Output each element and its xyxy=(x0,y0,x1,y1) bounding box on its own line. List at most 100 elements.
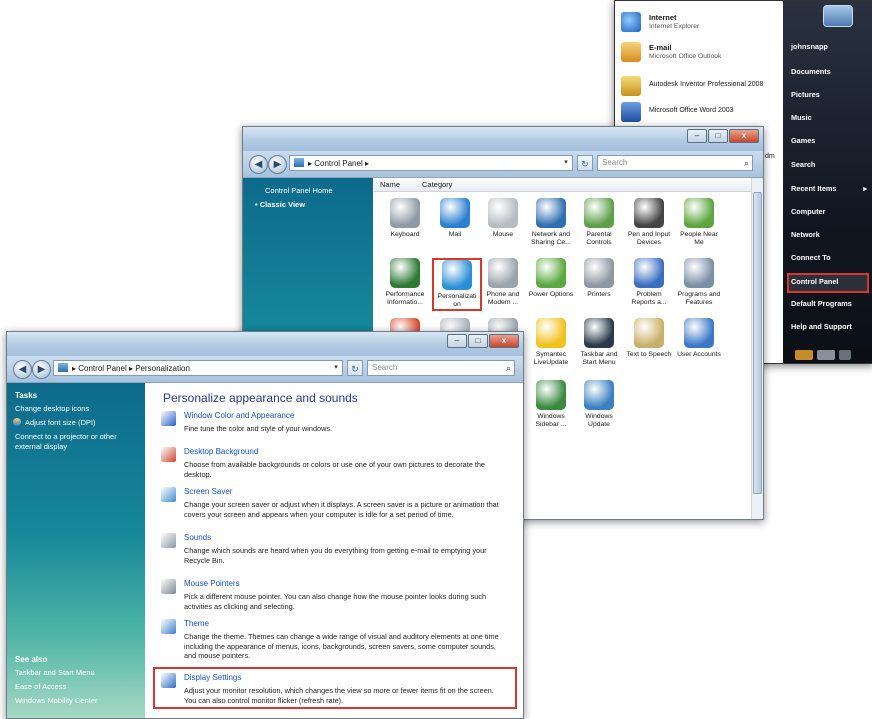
search-input[interactable]: Search ⌕ xyxy=(367,360,515,376)
start-item-internet[interactable]: Internet Internet Explorer xyxy=(621,9,777,35)
people-near-me-icon xyxy=(684,198,714,228)
pen-icon xyxy=(634,198,664,228)
close-button[interactable]: x xyxy=(489,334,519,348)
address-dropdown-icon[interactable]: ▾ xyxy=(561,155,571,171)
start-right-pictures[interactable]: Pictures xyxy=(791,87,869,103)
cp-item-parental-controls[interactable]: Parental Controls xyxy=(576,198,622,247)
start-right-documents[interactable]: Documents xyxy=(791,64,869,80)
cp-item-programs[interactable]: Programs and Features xyxy=(676,258,722,307)
search-placeholder: Search xyxy=(602,158,628,167)
start-right-recent-items[interactable]: Recent Items ▸ xyxy=(791,181,869,197)
minimize-button[interactable]: – xyxy=(687,129,707,143)
cp-item-keyboard[interactable]: Keyboard xyxy=(382,198,428,239)
cp-item-power[interactable]: Power Options xyxy=(528,258,574,299)
cp-item-mail[interactable]: Mail xyxy=(432,198,478,239)
start-menu-right-pane: johnsnapp Documents Pictures Music Games… xyxy=(783,1,872,363)
see-also-ease-of-access[interactable]: Ease of Access xyxy=(7,680,145,694)
personalize-link[interactable]: Desktop Background xyxy=(184,447,258,456)
start-right-help[interactable]: Help and Support xyxy=(791,319,869,335)
power-button-icon[interactable] xyxy=(795,350,813,360)
start-right-connect-to[interactable]: Connect To xyxy=(791,250,869,266)
breadcrumb-personalization[interactable]: Personalization xyxy=(135,364,190,373)
personalize-link[interactable]: Window Color and Appearance xyxy=(184,411,294,420)
column-category[interactable]: Category xyxy=(422,178,452,191)
personalize-link[interactable]: Sounds xyxy=(184,533,211,542)
forward-button[interactable]: ▶ xyxy=(268,155,287,174)
start-right-default-programs[interactable]: Default Programs xyxy=(791,296,869,312)
start-right-computer[interactable]: Computer xyxy=(791,204,869,220)
control-panel-icon xyxy=(58,363,68,372)
start-item-title: Microsoft Office Word 2003 xyxy=(649,107,734,114)
personalize-link[interactable]: Theme xyxy=(184,619,209,628)
address-dropdown-icon[interactable]: ▾ xyxy=(331,360,341,376)
cp-item-performance[interactable]: Performance Informatio... xyxy=(382,258,428,307)
cp-item-sidebar[interactable]: Windows Sidebar ... xyxy=(528,380,574,429)
tasks-header: Tasks xyxy=(15,391,38,400)
forward-button[interactable]: ▶ xyxy=(32,360,51,379)
column-name[interactable]: Name xyxy=(380,178,400,191)
cp-item-personalization[interactable]: Personalizati on xyxy=(432,258,482,311)
task-connect-projector[interactable]: Connect to a projector or other external… xyxy=(7,430,145,454)
cp-item-symantec[interactable]: Symantec LiveUpdate xyxy=(528,318,574,367)
start-item-subtitle: Microsoft Office Outlook xyxy=(649,53,722,60)
address-bar[interactable]: ▸ Control Panel ▸ xyxy=(289,155,573,171)
page-title: Personalize appearance and sounds xyxy=(163,391,358,405)
cp-item-pen[interactable]: Pen and Input Devices xyxy=(626,198,672,247)
column-header: Name Category xyxy=(374,178,751,192)
lock-button-icon[interactable] xyxy=(817,350,835,360)
cp-item-user-accounts[interactable]: User Accounts xyxy=(676,318,722,359)
personalization-icon xyxy=(442,260,472,290)
cp-item-phone[interactable]: Phone and Modem ... xyxy=(480,258,526,307)
search-input[interactable]: Search ⌕ xyxy=(597,155,753,171)
task-change-desktop-icons[interactable]: Change desktop icons xyxy=(7,402,145,416)
start-item-truncated: dm xyxy=(765,153,775,160)
scrollbar-thumb[interactable] xyxy=(753,192,762,494)
cp-item-mouse[interactable]: Mouse xyxy=(480,198,526,239)
refresh-button[interactable]: ↻ xyxy=(577,155,593,171)
cp-item-taskbar[interactable]: Taskbar and Start Menu xyxy=(576,318,622,367)
update-icon xyxy=(584,380,614,410)
cp-item-update[interactable]: Windows Update xyxy=(576,380,622,429)
start-right-music[interactable]: Music xyxy=(791,110,869,126)
back-button[interactable]: ◀ xyxy=(249,155,268,174)
start-right-control-panel[interactable]: Control Panel xyxy=(787,273,869,293)
cp-item-text-to-speech[interactable]: Text to Speech xyxy=(626,318,672,359)
start-right-search[interactable]: Search xyxy=(791,157,869,173)
start-item-inventor[interactable]: Autodesk Inventor Professional 2008 xyxy=(621,73,777,99)
personalize-link[interactable]: Mouse Pointers xyxy=(184,579,240,588)
refresh-button[interactable]: ↻ xyxy=(347,360,363,376)
task-adjust-font-size-label: Adjust font size (DPI) xyxy=(25,418,96,427)
mail-icon xyxy=(440,198,470,228)
cp-item-problem-reports[interactable]: Problem Reports a... xyxy=(626,258,672,307)
cp-item-network[interactable]: Network and Sharing Ce... xyxy=(528,198,574,247)
task-adjust-font-size[interactable]: Adjust font size (DPI) xyxy=(7,416,145,430)
sidebar-link-home[interactable]: Control Panel Home xyxy=(243,184,373,198)
see-also-taskbar[interactable]: Taskbar and Start Menu xyxy=(7,666,145,680)
vertical-scrollbar[interactable] xyxy=(751,178,763,519)
personalize-link[interactable]: Screen Saver xyxy=(184,487,232,496)
start-item-title: E-mail xyxy=(649,43,672,52)
cp-item-printer[interactable]: Printers xyxy=(576,258,622,299)
cp-item-label: Symantec LiveUpdate xyxy=(533,351,569,366)
start-item-title: Autodesk Inventor Professional 2008 xyxy=(649,81,764,88)
start-item-email[interactable]: E-mail Microsoft Office Outlook xyxy=(621,39,777,65)
maximize-button[interactable]: □ xyxy=(708,129,728,143)
maximize-button[interactable]: □ xyxy=(468,334,488,348)
start-right-games[interactable]: Games xyxy=(791,133,869,149)
window-color-icon xyxy=(161,411,176,426)
breadcrumb-control-panel[interactable]: Control Panel xyxy=(314,159,362,168)
back-button[interactable]: ◀ xyxy=(13,360,32,379)
minimize-button[interactable]: – xyxy=(447,334,467,348)
cp-item-label: People Near Me xyxy=(680,231,718,246)
see-also-mobility-center[interactable]: Windows Mobility Center xyxy=(7,694,145,708)
breadcrumb-control-panel[interactable]: Control Panel xyxy=(78,364,126,373)
start-right-user[interactable]: johnsnapp xyxy=(791,39,869,55)
sidebar-link-classic-view[interactable]: • Classic View xyxy=(243,198,373,212)
cp-item-people-near-me[interactable]: People Near Me xyxy=(676,198,722,247)
start-item-word[interactable]: Microsoft Office Word 2003 xyxy=(621,99,777,125)
start-right-network[interactable]: Network xyxy=(791,227,869,243)
address-bar[interactable]: ▸ Control Panel ▸ Personalization xyxy=(53,360,343,376)
start-right-recent-items-label: Recent Items xyxy=(791,184,837,193)
close-button[interactable]: x xyxy=(729,129,759,143)
power-menu-arrow-icon[interactable] xyxy=(839,350,851,360)
